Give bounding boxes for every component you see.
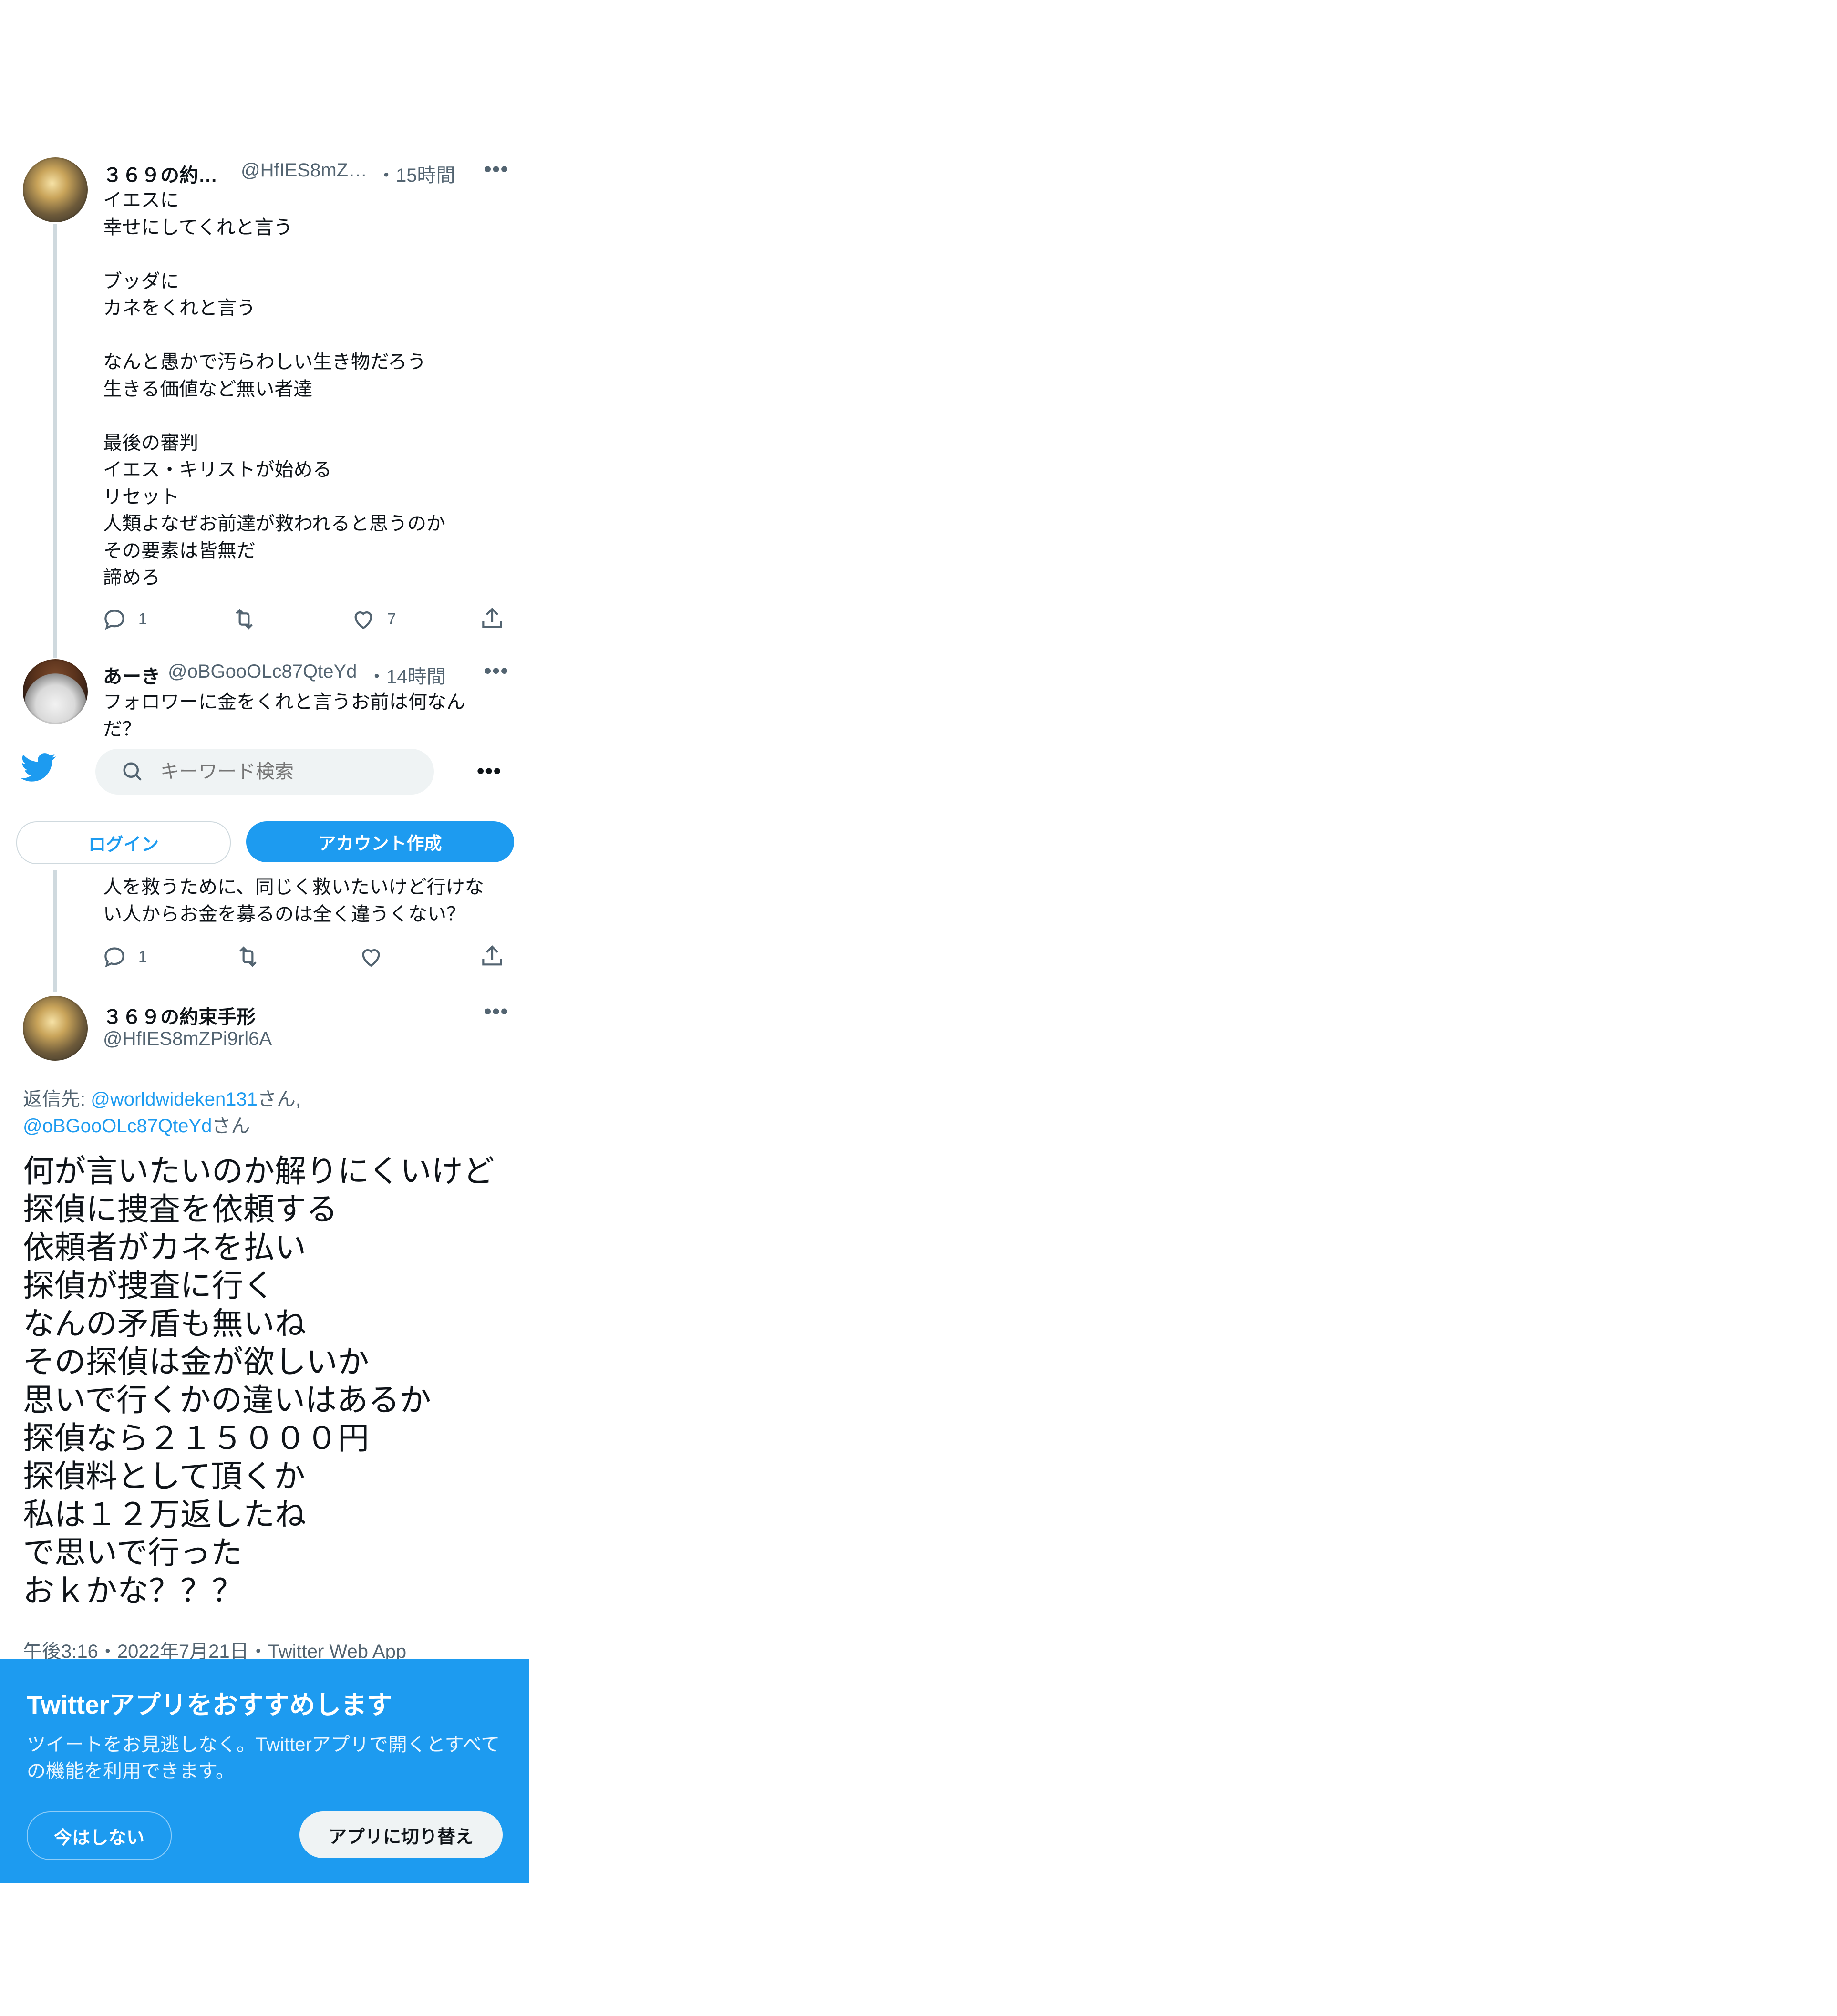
retweet-icon [239,946,257,967]
retweet-button[interactable] [235,943,261,970]
heart-icon [362,949,380,967]
search-input[interactable] [159,760,419,783]
author-handle[interactable]: @oBGooOLc87QteYd [168,661,357,682]
reply-mention-link[interactable]: @worldwideken131 [91,1089,258,1110]
tweet-time[interactable]: ・15時間 [377,160,455,187]
reply-mention-link[interactable]: @oBGooOLc87QteYd [23,1116,212,1137]
reply-suffix: さん, [257,1089,301,1110]
like-count: 7 [387,610,396,628]
thread-line [53,870,57,992]
reply-to-line: 返信先: @worldwideken131さん, [23,1084,301,1111]
author-name[interactable]: ３６９の約束手形 [103,1002,256,1029]
reply-icon [104,947,124,968]
switch-to-app-button[interactable]: アプリに切り替え [299,1811,503,1858]
banner-description: ツイートをお見逃しなく。Twitterアプリで開くとすべての機能を利用できます。 [27,1734,500,1782]
avatar[interactable] [23,157,88,222]
more-options-button[interactable]: ••• [484,1000,509,1024]
share-icon [482,608,502,628]
more-options-button[interactable]: ••• [484,659,509,683]
reply-icon [104,610,124,630]
author-name[interactable]: あーき [103,661,160,689]
tweet-text: イエスに 幸せにしてくれと言う ブッダに カネをくれと言う なんと愚かで汚らわし… [103,190,445,588]
twitter-logo-icon[interactable] [21,753,56,783]
author-name[interactable]: ３６９の約… [103,160,217,187]
avatar[interactable] [23,659,88,724]
share-button[interactable] [479,606,506,632]
banner-title: Twitterアプリをおすすめします [27,1691,392,1719]
not-now-button[interactable]: 今はしない [27,1811,172,1860]
reply-button[interactable]: 1 [101,606,147,632]
share-icon [482,945,502,966]
thread-line [53,224,57,658]
reply-count: 1 [138,610,147,628]
author-handle[interactable]: @HfIES8mZ… [241,160,367,181]
reply-to-line: @oBGooOLc87QteYdさん [23,1110,250,1138]
signup-button[interactable]: アカウント作成 [246,821,514,862]
more-options-button[interactable]: ••• [484,157,509,181]
reply-count: 1 [138,948,147,965]
retweet-button[interactable] [231,606,258,632]
like-button[interactable]: 7 [350,606,396,632]
share-button[interactable] [479,943,506,970]
login-button[interactable]: ログイン [16,821,231,864]
tweet-text: フォロワーに金をくれと言うお前は何なん だ？ [103,692,465,736]
avatar[interactable] [23,996,88,1061]
search-icon [123,762,142,781]
reply-suffix: さん [212,1116,250,1137]
author-handle[interactable]: @HfIES8mZPi9rl6A [103,1028,272,1050]
reply-to-prefix: 返信先: [23,1089,91,1110]
like-button[interactable] [358,943,384,970]
main-tweet-text: 何が言いたいのか解りにくいけど 探偵に捜査を依頼する 依頼者がカネを払い 探偵が… [23,1153,495,1608]
tweet-text: 人を救うために、同じく救いたいけど行けな い人からお金を募るのは全く違うくない？ [103,877,484,925]
nav-more-button[interactable]: ••• [477,759,502,783]
reply-button[interactable]: 1 [101,943,147,970]
retweet-icon [236,609,253,630]
search-bar[interactable] [95,749,434,795]
heart-icon [354,611,372,630]
tweet-time[interactable]: ・14時間 [367,661,446,689]
